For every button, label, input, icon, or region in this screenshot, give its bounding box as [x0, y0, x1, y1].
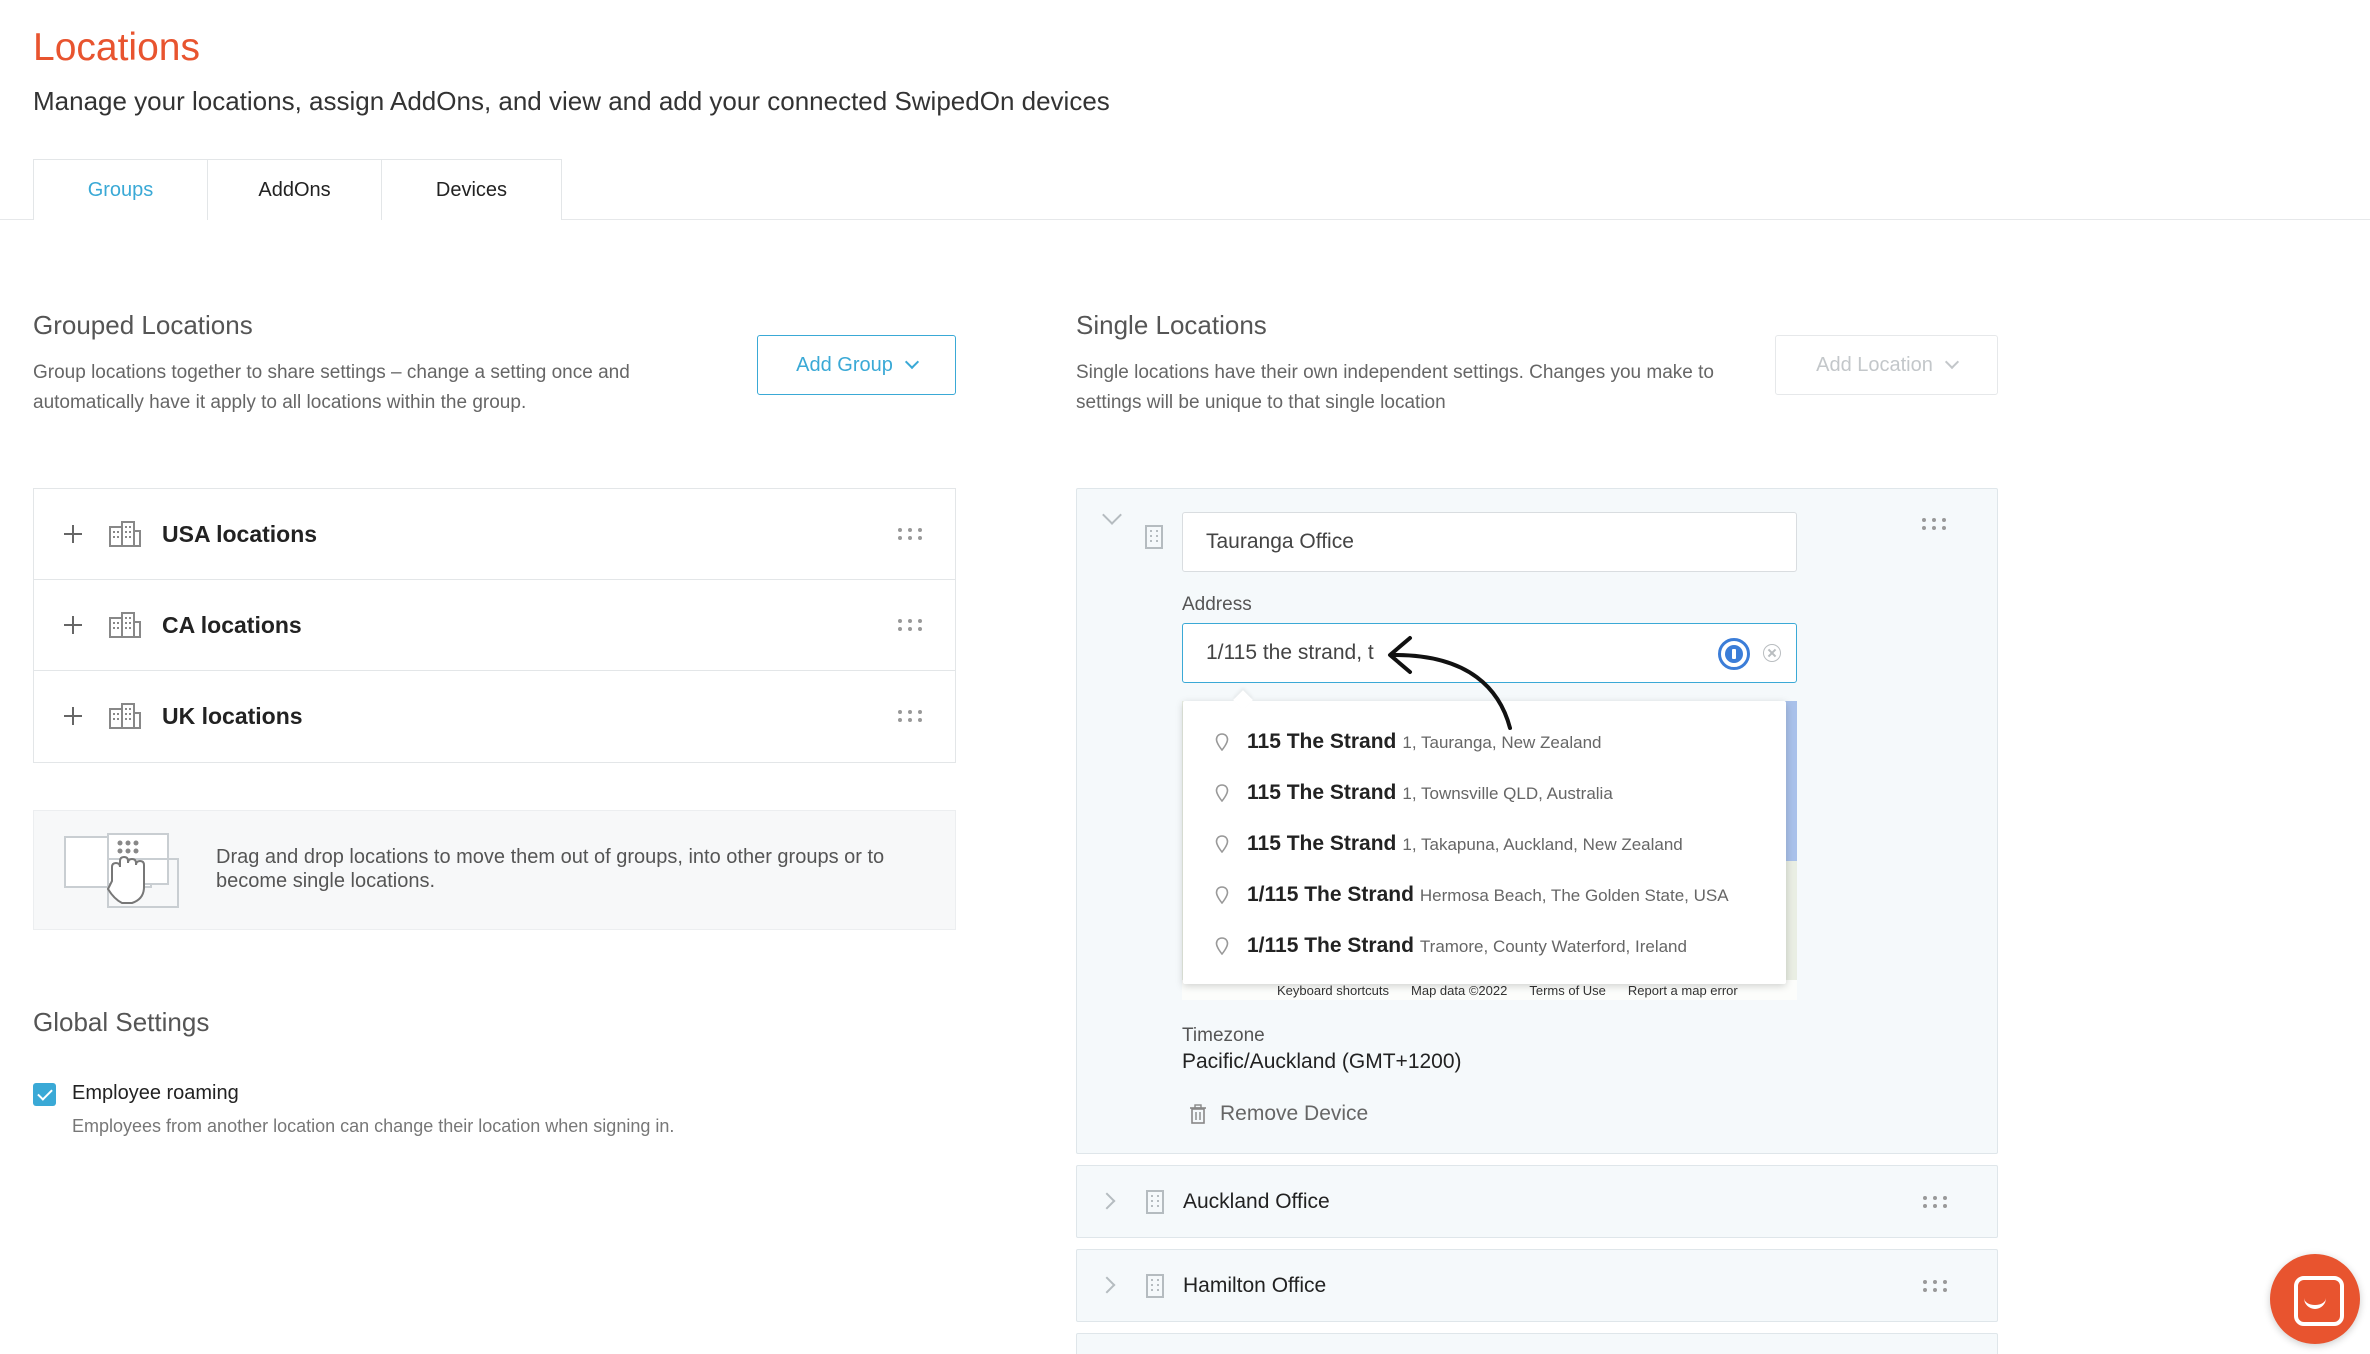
chevron-down-icon	[904, 354, 919, 370]
suggestion-sub: Tramore, County Waterford, Ireland	[1419, 937, 1687, 956]
drag-handle-icon[interactable]	[898, 710, 924, 722]
expand-chevron-icon[interactable]	[1098, 1276, 1116, 1294]
location-menu-icon[interactable]	[1922, 518, 1948, 530]
grouped-locations-title: Grouped Locations	[33, 310, 253, 340]
map-pin-icon	[1215, 784, 1229, 802]
map-pin-icon	[1215, 886, 1229, 904]
drag-handle-icon[interactable]	[898, 619, 924, 631]
tab-devices[interactable]: Devices	[382, 159, 562, 220]
building-icon	[1146, 1274, 1164, 1298]
location-name: Hamilton Office	[1183, 1274, 1327, 1297]
tab-addons[interactable]: AddOns	[208, 159, 382, 220]
location-menu-icon[interactable]	[1923, 1280, 1949, 1292]
remove-device-label: Remove Device	[1220, 1102, 1369, 1125]
suggestion-sub: 1, Takapuna, Auckland, New Zealand	[1402, 835, 1683, 854]
dnd-hint-line-2: become single locations.	[216, 870, 436, 892]
suggestion-item[interactable]: 115 The Strand 1, Townsville QLD, Austral…	[1183, 768, 1786, 818]
map-water	[1785, 701, 1797, 861]
suggestion-main: 115 The Strand	[1247, 832, 1397, 855]
chevron-down-icon	[1944, 354, 1959, 370]
location-card-hamilton[interactable]: Hamilton Office	[1076, 1249, 1998, 1322]
clear-input-icon[interactable]	[1763, 644, 1781, 662]
grouped-locations-description: Group locations together to share settin…	[33, 358, 630, 418]
employee-roaming-checkbox[interactable]	[33, 1083, 56, 1106]
active-tab-indicator	[34, 218, 207, 221]
suggestion-item[interactable]: 1/115 The Strand Hermosa Beach, The Golde…	[1183, 870, 1786, 920]
single-locations-title: Single Locations	[1076, 310, 1267, 340]
global-settings-title: Global Settings	[33, 1007, 210, 1037]
group-row-usa[interactable]: USA locations	[34, 489, 955, 580]
remove-device-button[interactable]: Remove Device	[1190, 1102, 1368, 1126]
group-row-uk[interactable]: UK locations	[34, 671, 955, 762]
map-pin-icon	[1215, 937, 1229, 955]
map-pin-icon	[1215, 733, 1229, 751]
add-group-label: Add Group	[796, 353, 893, 376]
suggestion-main: 115 The Strand	[1247, 781, 1397, 804]
suggestion-sub: Hermosa Beach, The Golden State, USA	[1419, 886, 1729, 905]
suggestion-main: 1/115 The Strand	[1247, 883, 1414, 906]
tab-bar: Groups AddOns Devices	[33, 159, 562, 220]
single-locations-description: Single locations have their own independ…	[1076, 358, 1714, 418]
drag-hand-illustration-icon	[64, 833, 179, 908]
building-icon	[1145, 525, 1163, 549]
suggestion-main: 1/115 The Strand	[1247, 934, 1414, 957]
address-label: Address	[1182, 594, 1252, 615]
location-name: Auckland Office	[1183, 1190, 1330, 1213]
address-suggestions-dropdown: 115 The Strand 1, Tauranga, New Zealand 1…	[1183, 701, 1786, 984]
buildings-icon	[109, 703, 141, 729]
buildings-icon	[109, 521, 141, 547]
chat-support-button[interactable]	[2270, 1254, 2360, 1344]
drag-drop-hint-text: Drag and drop locations to move them out…	[216, 845, 936, 893]
timezone-label: Timezone	[1182, 1025, 1265, 1046]
map-data-text: Map data ©2022	[1411, 982, 1508, 998]
location-menu-icon[interactable]	[1923, 1196, 1949, 1208]
grouped-desc-line-2: automatically have it apply to all locat…	[33, 392, 527, 413]
dnd-hint-line-1: Drag and drop locations to move them out…	[216, 846, 885, 868]
map-terms-link[interactable]: Terms of Use	[1529, 983, 1606, 998]
add-location-label: Add Location	[1816, 353, 1933, 376]
trash-icon	[1190, 1104, 1206, 1124]
group-row-ca[interactable]: CA locations	[34, 580, 955, 671]
suggestion-sub: 1, Townsville QLD, Australia	[1402, 784, 1613, 803]
suggestion-sub: 1, Tauranga, New Zealand	[1402, 733, 1602, 752]
suggestion-main: 115 The Strand	[1247, 730, 1397, 753]
annotation-arrow-icon	[1388, 636, 1512, 730]
drag-drop-hint: Drag and drop locations to move them out…	[33, 810, 956, 930]
add-group-button[interactable]: Add Group	[757, 335, 956, 395]
expand-plus-icon[interactable]	[63, 615, 83, 635]
expand-plus-icon[interactable]	[63, 706, 83, 726]
group-name: CA locations	[162, 612, 302, 638]
building-icon	[1146, 1190, 1164, 1214]
add-location-button[interactable]: Add Location	[1775, 335, 1998, 395]
expand-chevron-icon[interactable]	[1098, 1192, 1116, 1210]
suggestion-item[interactable]: 1/115 The Strand Tramore, County Waterfor…	[1183, 921, 1786, 971]
group-name: UK locations	[162, 703, 303, 729]
group-name: USA locations	[162, 521, 318, 547]
tab-groups[interactable]: Groups	[33, 159, 208, 220]
map-report-link[interactable]: Report a map error	[1628, 983, 1738, 998]
map-keyboard-shortcuts-link[interactable]: Keyboard shortcuts	[1277, 983, 1389, 998]
timezone-value: Pacific/Auckland (GMT+1200)	[1182, 1050, 1462, 1073]
page-subtitle: Manage your locations, assign AddOns, an…	[33, 86, 1110, 116]
location-name-input[interactable]: Tauranga Office	[1182, 512, 1797, 572]
employee-roaming-help: Employees from another location can chan…	[72, 1116, 675, 1136]
password-manager-icon[interactable]	[1718, 638, 1750, 670]
suggestion-item[interactable]: 115 The Strand 1, Takapuna, Auckland, New…	[1183, 819, 1786, 869]
buildings-icon	[109, 612, 141, 638]
group-list: USA locations CA locations UK locations	[33, 488, 956, 763]
single-desc-line-2: settings will be unique to that single l…	[1076, 392, 1446, 413]
page-title: Locations	[33, 26, 200, 69]
map-pin-icon	[1215, 835, 1229, 853]
location-card-next[interactable]	[1076, 1333, 1998, 1354]
grouped-desc-line-1: Group locations together to share settin…	[33, 362, 630, 383]
single-desc-line-1: Single locations have their own independ…	[1076, 362, 1714, 383]
expand-plus-icon[interactable]	[63, 524, 83, 544]
drag-handle-icon[interactable]	[898, 528, 924, 540]
employee-roaming-label[interactable]: Employee roaming	[72, 1082, 239, 1105]
location-card-auckland[interactable]: Auckland Office	[1076, 1165, 1998, 1238]
